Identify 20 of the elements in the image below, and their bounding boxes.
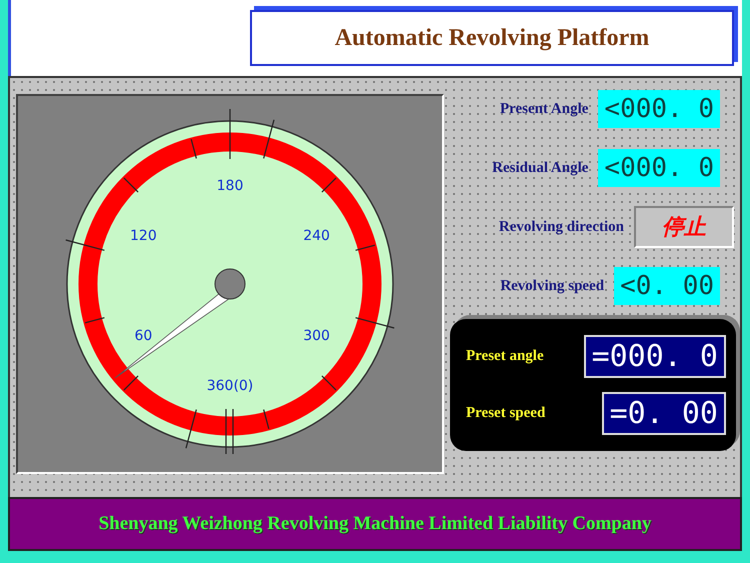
preset-input[interactable]: =000. 0 bbox=[584, 335, 726, 378]
scale-label: 240 bbox=[303, 228, 330, 244]
readout-label: Residual Angle bbox=[492, 160, 588, 176]
readout-display: <000. 0 bbox=[598, 90, 720, 128]
readout-display: <000. 0 bbox=[598, 149, 720, 187]
scale-label: 180 bbox=[216, 178, 244, 194]
preset-label: Preset speed bbox=[466, 405, 546, 422]
status-display: 停止 bbox=[634, 206, 734, 248]
preset-label: Preset angle bbox=[466, 348, 544, 365]
window-title: Automatic Revolving Platform bbox=[334, 24, 650, 52]
scale-label: 120 bbox=[130, 228, 157, 244]
scale-label: 300 bbox=[303, 328, 330, 344]
scale-label: 360(0) bbox=[206, 378, 254, 394]
preset-input[interactable]: =0. 00 bbox=[602, 392, 726, 435]
readout-label: Revolving direction bbox=[498, 218, 624, 236]
scale-label: 60 bbox=[134, 328, 152, 344]
readout-display: <0. 00 bbox=[614, 267, 720, 305]
company-name: Shenyang Weizhong Revolving Machine Limited Liability Company bbox=[98, 513, 652, 535]
readout-label: Revolving speed bbox=[500, 278, 604, 294]
readout-label: Present Angle bbox=[500, 100, 588, 118]
